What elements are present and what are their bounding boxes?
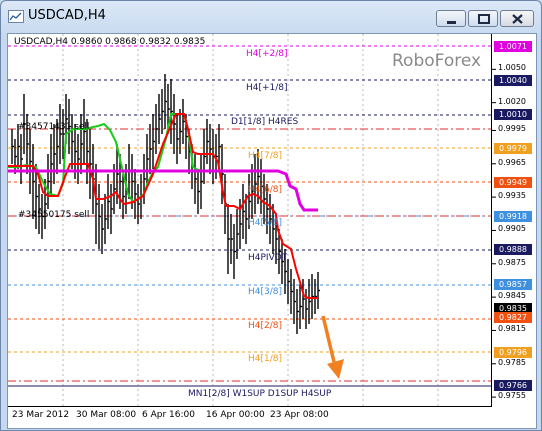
price-level-badge: 0.9857 <box>494 278 532 290</box>
plot-area[interactable]: USDCAD,H4 0.9860 0.9868 0.9832 0.9835 Ro… <box>8 34 492 407</box>
time-axis: 23 Mar 2012 30 Mar 08:00 6 Apr 16:00 16 … <box>8 407 491 427</box>
price-tick-label: 1.0050 <box>498 63 526 73</box>
close-button[interactable] <box>500 10 534 27</box>
price-chart[interactable]: USDCAD,H4 0.9860 0.9868 0.9832 0.9835 Ro… <box>7 33 537 429</box>
price-level-badge: 0.9918 <box>494 211 532 222</box>
price-level-badge: 0.9766 <box>494 379 532 391</box>
price-axis: 1.0050 1.0020 0.9995 0.9965 0.9935 0.9905 0.98… <box>492 34 536 407</box>
price-level-badge: 0.9827 <box>494 312 532 324</box>
time-tick-label: 16 Apr 00:00 <box>206 410 265 420</box>
brand-watermark: RoboForex <box>392 51 482 71</box>
level-label-h4-3-8: H4[3/8] <box>248 287 283 297</box>
restore-icon <box>478 14 490 24</box>
time-tick-label: 30 Mar 08:00 <box>76 410 137 420</box>
level-label-h4-plus-1-8: H4[+1/8] <box>246 83 288 93</box>
level-label-h4-5-8: H4[5/8] <box>248 218 283 228</box>
price-tick-label: 0.9785 <box>498 357 526 367</box>
window-title: USDCAD,H4 <box>28 8 106 23</box>
chart-window: USDCAD,H4 USDCAD,H4 0.9860 0.9868 0.9832… <box>0 0 542 431</box>
level-label-d1-h4res: D1[1/8] H4RES <box>231 117 299 127</box>
chart-info: USDCAD,H4 0.9860 0.9868 0.9832 0.9835 <box>14 37 206 47</box>
level-label-h4-6-8: H4[6/8] <box>248 185 283 195</box>
price-tick-label: 0.9845 <box>498 291 526 301</box>
time-tick-label: 23 Apr 08:00 <box>270 410 329 420</box>
price-tick-label: 0.9995 <box>498 124 526 134</box>
level-label-h4-plus-2-8: H4[+2/8] <box>246 49 288 59</box>
level-label-support: MN1[2/8] W1SUP D1SUP H4SUP <box>188 389 332 399</box>
price-tick-label: 0.9875 <box>498 257 526 267</box>
time-tick-label: 23 Mar 2012 <box>12 410 70 420</box>
order-label-sell-1: #34571431 sell <box>18 122 90 132</box>
chart-window-icon <box>8 10 24 23</box>
price-tick-label: 0.9905 <box>498 224 526 234</box>
price-level-badge: 0.9949 <box>494 176 532 188</box>
minimize-button[interactable] <box>436 10 466 27</box>
level-label-h4pivot: H4PIVOT <box>248 253 288 263</box>
price-level-badge: 0.9888 <box>494 244 532 256</box>
title-bar[interactable]: USDCAD,H4 <box>1 1 541 29</box>
level-label-h4-1-8: H4[1/8] <box>248 354 283 364</box>
price-tick-label: 0.9815 <box>498 324 526 334</box>
price-level-badge: 0.9796 <box>494 346 532 358</box>
minimize-icon <box>447 21 456 24</box>
level-label-h4-2-8: H4[2/8] <box>248 321 283 331</box>
price-level-badge: 1.0010 <box>494 108 532 120</box>
price-level-badge: 0.9979 <box>494 143 532 155</box>
price-tick-label: 0.9755 <box>498 391 526 401</box>
price-level-badge: 1.0040 <box>494 75 532 87</box>
price-tick-label: 1.0020 <box>498 96 526 106</box>
time-tick-label: 6 Apr 16:00 <box>142 410 195 420</box>
price-tick-label: 0.9965 <box>498 157 526 167</box>
close-icon <box>512 14 523 24</box>
projection-arrow <box>321 315 344 379</box>
level-label-h4-7-8: H4[7/8] <box>248 151 283 161</box>
restore-button[interactable] <box>468 10 498 27</box>
price-tick-label: 0.9935 <box>498 191 526 201</box>
price-level-badge: 1.0071 <box>494 41 532 52</box>
order-label-sell-2: #34550175 sell <box>18 210 90 220</box>
